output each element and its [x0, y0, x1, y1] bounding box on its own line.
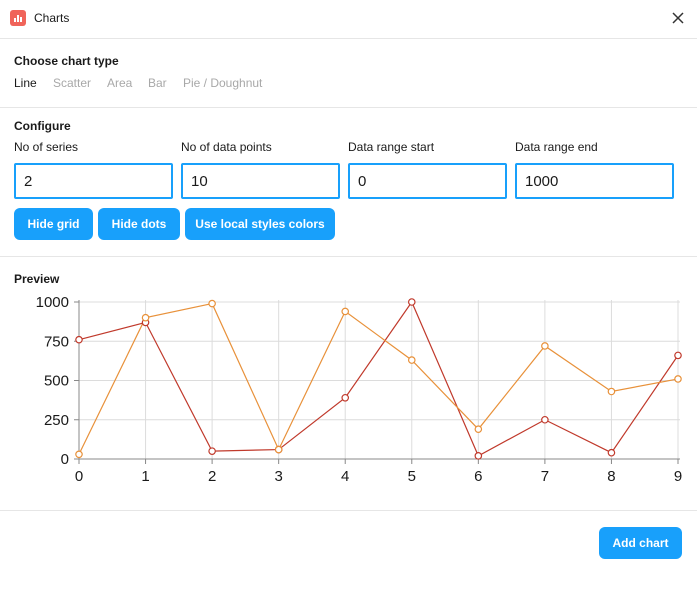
- use-local-styles-button[interactable]: Use local styles colors: [185, 208, 335, 240]
- series-2-point: [274, 445, 283, 454]
- chart-type-heading: Choose chart type: [14, 54, 119, 68]
- series-1-point: [75, 335, 83, 344]
- y-tick-label: 750: [44, 333, 69, 350]
- series-1-point: [407, 298, 416, 306]
- series-2-point: [674, 375, 682, 383]
- bar-chart-icon: [10, 10, 26, 26]
- tab-line[interactable]: Line: [14, 76, 37, 90]
- series-2-point: [474, 425, 483, 433]
- series-1-point: [607, 448, 616, 457]
- data-points-input[interactable]: [181, 163, 340, 199]
- add-chart-button[interactable]: Add chart: [599, 527, 682, 559]
- x-tick-label: 9: [674, 468, 682, 485]
- tab-pie-doughnut[interactable]: Pie / Doughnut: [183, 76, 262, 90]
- series-1-point: [208, 447, 216, 455]
- data-points-label: No of data points: [181, 140, 272, 154]
- y-tick-label: 250: [44, 412, 69, 429]
- series-count-label: No of series: [14, 140, 79, 154]
- window-title: Charts: [34, 11, 70, 25]
- divider: [0, 107, 697, 108]
- y-tick-label: 1000: [36, 294, 69, 311]
- series-1-point: [474, 452, 483, 460]
- chart-series: [75, 298, 682, 460]
- range-start-input[interactable]: [348, 163, 507, 199]
- title-bar: Charts: [0, 0, 697, 39]
- range-start-label: Data range start: [348, 140, 435, 154]
- chart-axes: [74, 300, 680, 464]
- series-2-line: [78, 302, 679, 455]
- preview-chart: 0 250 500 750 1000 0 1 2 3 4 5 6 7 8 9: [36, 294, 683, 485]
- series-2-point: [607, 387, 616, 396]
- chart-tick-labels: 0 250 500 750 1000 0 1 2 3 4 5 6 7 8 9: [36, 294, 683, 485]
- x-tick-label: 8: [607, 468, 615, 485]
- range-end-input[interactable]: [515, 163, 674, 199]
- series-2-point: [208, 299, 216, 308]
- x-tick-label: 1: [141, 468, 149, 485]
- x-tick-label: 4: [341, 468, 349, 485]
- series-count-input[interactable]: [14, 163, 173, 199]
- y-tick-label: 0: [61, 451, 69, 468]
- series-2-point: [341, 307, 350, 316]
- close-button[interactable]: [668, 8, 688, 28]
- divider: [0, 256, 697, 257]
- range-end-label: Data range end: [515, 140, 598, 154]
- series-2-point: [541, 342, 549, 350]
- preview-heading: Preview: [14, 272, 60, 286]
- tab-scatter[interactable]: Scatter: [53, 76, 91, 90]
- x-tick-label: 7: [541, 468, 549, 485]
- series-2-point: [407, 356, 416, 364]
- tab-area[interactable]: Area: [107, 76, 132, 90]
- divider: [0, 510, 697, 511]
- series-1-point: [541, 415, 549, 424]
- y-tick-label: 500: [44, 373, 69, 390]
- series-2-point: [141, 313, 150, 322]
- hide-dots-button[interactable]: Hide dots: [98, 208, 180, 240]
- x-tick-label: 0: [75, 468, 83, 485]
- series-1-line: [78, 300, 679, 457]
- hide-grid-button[interactable]: Hide grid: [14, 208, 93, 240]
- x-tick-label: 6: [474, 468, 482, 485]
- x-tick-label: 5: [408, 468, 416, 485]
- tab-bar[interactable]: Bar: [148, 76, 167, 90]
- x-tick-label: 3: [274, 468, 282, 485]
- close-icon: [672, 12, 684, 24]
- configure-heading: Configure: [14, 119, 71, 133]
- chart-grid: [78, 300, 680, 460]
- series-1-point: [341, 393, 350, 402]
- x-tick-label: 2: [208, 468, 216, 485]
- series-2-point: [75, 450, 83, 459]
- series-1-point: [674, 351, 682, 360]
